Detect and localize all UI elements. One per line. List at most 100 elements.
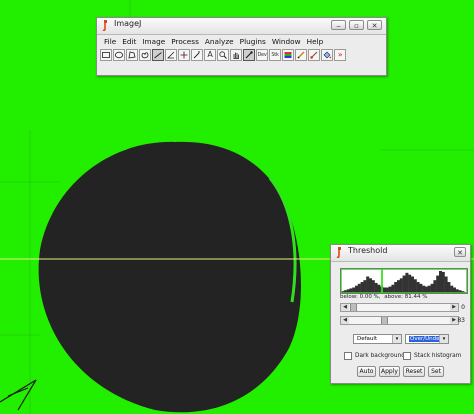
flood-fill-tool[interactable]: [321, 49, 333, 61]
display-mode-value: Over/Under: [409, 336, 443, 342]
oval-tool[interactable]: [113, 49, 125, 61]
imagej-titlebar[interactable]: ImageJ ‒ ▫ ✕: [97, 18, 386, 35]
histogram-bar: [413, 279, 417, 293]
slider-thumb[interactable]: [350, 304, 357, 311]
threshold-title: Threshold: [348, 246, 388, 255]
developer-menu[interactable]: Dev: [256, 49, 268, 61]
stack-tools-menu[interactable]: Stk: [269, 49, 281, 61]
histogram-bar: [360, 282, 364, 293]
slider-thumb[interactable]: [381, 317, 388, 324]
histogram-bar: [422, 285, 426, 293]
imagej-logo-icon: [336, 247, 341, 258]
stack-tools-icon: Stk: [271, 52, 279, 58]
histogram-bar: [453, 287, 456, 293]
brush-tool[interactable]: [308, 49, 320, 61]
histogram-bar: [427, 285, 431, 293]
histogram-bar: [391, 284, 395, 293]
histogram-bar: [355, 285, 358, 293]
straight-line-tool[interactable]: [152, 49, 164, 61]
menu-analyze[interactable]: Analyze: [202, 35, 237, 48]
menu-process[interactable]: Process: [168, 35, 202, 48]
histogram-bar: [425, 286, 428, 293]
threshold-histogram: [340, 268, 468, 294]
histogram-bar: [416, 282, 420, 293]
imagej-window: ImageJ ‒ ▫ ✕ File Edit Image Process Ana…: [96, 17, 387, 76]
stack-histogram-checkbox[interactable]: Stack histogram: [403, 352, 461, 360]
histogram-bar: [394, 282, 398, 293]
histogram-bar: [366, 276, 370, 293]
max-threshold-value: 83: [457, 317, 465, 324]
imagej-menubar: File Edit Image Process Analyze Plugins …: [97, 35, 386, 48]
threshold-method-select[interactable]: Default ▾: [353, 334, 402, 344]
text-tool[interactable]: A: [204, 49, 216, 61]
set-button[interactable]: Set: [428, 366, 444, 377]
slider-left-arrow-icon[interactable]: ◀: [341, 317, 349, 324]
close-button[interactable]: ✕: [454, 247, 466, 257]
reset-button[interactable]: Reset: [403, 366, 425, 377]
close-button[interactable]: ✕: [367, 20, 382, 30]
histogram-bar: [441, 271, 445, 293]
color-picker-tool-icon: [245, 51, 253, 59]
hand-tool-icon: [233, 52, 239, 59]
angle-tool-icon: [167, 51, 175, 59]
angle-tool[interactable]: [165, 49, 177, 61]
polygon-tool-icon: [128, 51, 136, 59]
stack-histogram-label: Stack histogram: [414, 353, 462, 359]
pencil-tool[interactable]: [295, 49, 307, 61]
imagej-title: ImageJ: [114, 19, 142, 28]
min-threshold-slider[interactable]: ◀ ▶: [340, 303, 459, 312]
more-tools-icon: »: [337, 50, 343, 59]
menu-window[interactable]: Window: [269, 35, 304, 48]
apply-button[interactable]: Apply: [379, 366, 400, 377]
histogram-bar: [419, 283, 423, 293]
minimize-button[interactable]: ‒: [331, 20, 346, 30]
hand-tool[interactable]: [230, 49, 242, 61]
histogram-bar: [363, 280, 367, 293]
color-picker-tool[interactable]: [243, 49, 255, 61]
checkbox-box[interactable]: [344, 352, 352, 360]
brush-tool-icon: [310, 51, 318, 59]
histogram-bar: [450, 285, 454, 293]
lut-menu-icon: [284, 52, 292, 58]
dark-background-checkbox[interactable]: Dark background: [344, 352, 405, 360]
display-mode-select[interactable]: Over/Under ▾: [405, 334, 449, 344]
threshold-titlebar[interactable]: Threshold ✕: [331, 245, 470, 262]
histogram-bar: [371, 280, 375, 293]
freehand-tool[interactable]: [139, 49, 151, 61]
wand-tool-icon: [193, 51, 200, 59]
histogram-bar: [408, 274, 412, 293]
auto-button[interactable]: Auto: [357, 366, 376, 377]
maximize-button[interactable]: ▫: [349, 20, 364, 30]
more-tools-button[interactable]: »: [334, 49, 346, 61]
imagej-toolbar: A Dev Stk »: [97, 48, 386, 62]
dark-background-label: Dark background: [355, 353, 405, 359]
min-threshold-value: 0: [461, 304, 465, 311]
menu-edit[interactable]: Edit: [119, 35, 139, 48]
pencil-tool-icon: [297, 51, 305, 59]
below-percent-text: below: 0.00 %,: [340, 294, 381, 300]
magnifier-tool-icon: [219, 51, 227, 59]
menu-plugins[interactable]: Plugins: [237, 35, 269, 48]
histogram-bar: [436, 275, 440, 293]
straight-line-tool-icon: [154, 52, 162, 59]
menu-image[interactable]: Image: [139, 35, 168, 48]
above-percent-text: above: 81.44 %: [384, 294, 428, 300]
rectangle-tool-icon: [102, 52, 110, 58]
max-threshold-slider[interactable]: ◀ ▶: [340, 316, 459, 325]
point-tool[interactable]: [178, 49, 190, 61]
histogram-bar: [399, 278, 403, 293]
imagej-logo-icon: [102, 20, 107, 31]
wand-tool[interactable]: [191, 49, 203, 61]
magnifier-tool[interactable]: [217, 49, 229, 61]
menu-help[interactable]: Help: [304, 35, 327, 48]
menu-file[interactable]: File: [101, 35, 119, 48]
histogram-bar: [405, 272, 409, 293]
slider-left-arrow-icon[interactable]: ◀: [341, 304, 349, 311]
checkbox-box[interactable]: [403, 352, 411, 360]
threshold-method-value: Default: [357, 336, 378, 342]
polygon-tool[interactable]: [126, 49, 138, 61]
flood-fill-tool-icon: [323, 51, 332, 59]
lut-menu[interactable]: [282, 49, 294, 61]
rectangle-tool[interactable]: [100, 49, 112, 61]
threshold-window: Threshold ✕ below: 0.00 %, above: 81.44 …: [330, 244, 471, 384]
